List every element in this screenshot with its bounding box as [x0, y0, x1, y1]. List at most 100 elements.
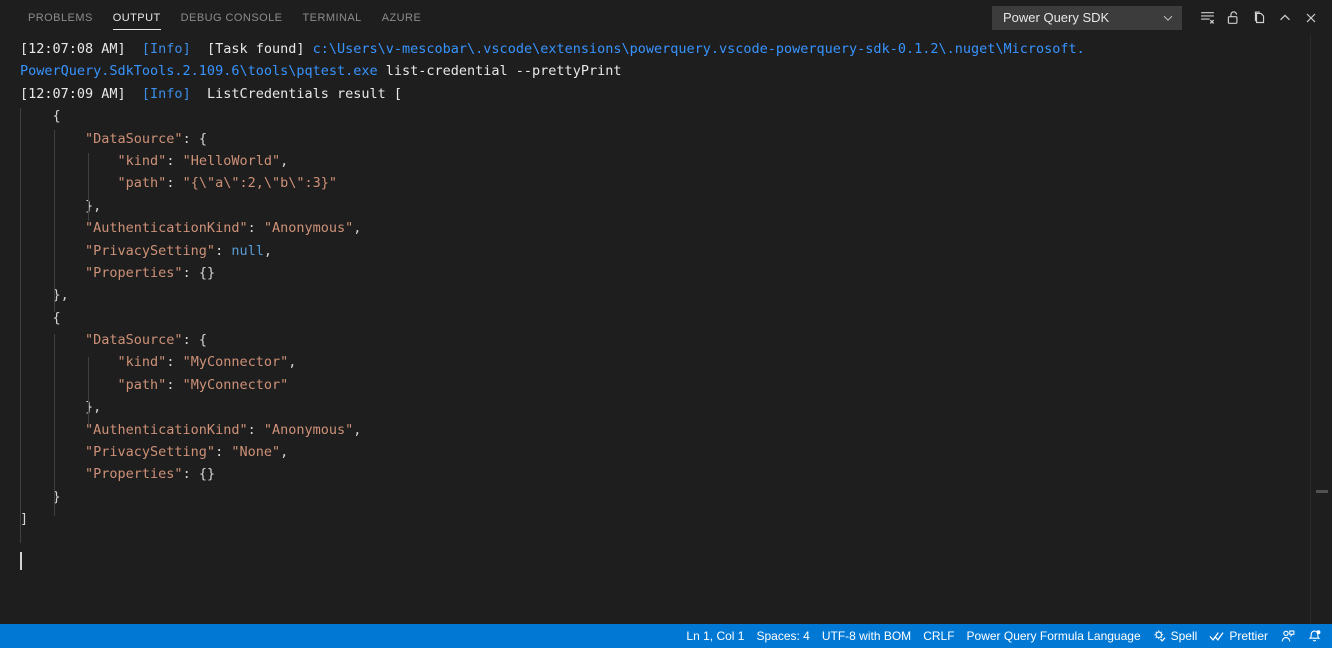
output-token: },	[20, 197, 102, 214]
output-line: "kind": "MyConnector",	[0, 351, 1332, 373]
status-encoding-label: UTF-8 with BOM	[821, 629, 912, 643]
status-bar: Ln 1, Col 1 Spaces: 4 UTF-8 with BOM CRLF Po…	[0, 624, 1332, 648]
output-line: }	[0, 486, 1332, 508]
output-token: "DataSource"	[20, 130, 183, 147]
output-line: "PrivacySetting": "None",	[0, 441, 1332, 463]
status-spell-checker[interactable]: Spell	[1147, 625, 1204, 647]
panel-tab-problems[interactable]: PROBLEMS	[18, 0, 103, 35]
output-token: list-credential --prettyPrint	[377, 63, 622, 80]
output-token: :	[215, 242, 232, 259]
clear-output-icon[interactable]	[1194, 6, 1220, 30]
output-line: "DataSource": {	[0, 329, 1332, 351]
output-token: [Info]	[133, 41, 191, 57]
output-line: "PrivacySetting": null,	[0, 240, 1332, 262]
feedback-person-icon	[1280, 629, 1295, 644]
output-token[interactable]: PowerQuery.SdkTools.2.109.6\tools\pqtest…	[20, 63, 378, 79]
status-eol[interactable]: CRLF	[917, 625, 960, 647]
output-token: {	[20, 309, 61, 326]
indent-guide	[53, 334, 55, 516]
output-channel-select[interactable]: Power Query SDK	[992, 5, 1182, 30]
output-token: "kind"	[20, 152, 167, 169]
output-line: "DataSource": {	[0, 128, 1332, 150]
open-in-editor-icon[interactable]	[1246, 6, 1272, 30]
output-token: "Properties"	[20, 466, 183, 483]
status-prettier[interactable]: Prettier	[1203, 625, 1274, 647]
output-token: "PrivacySetting"	[20, 242, 216, 259]
output-channel-value: Power Query SDK	[1003, 10, 1110, 25]
output-token: "{\"a\":2,\"b\":3}"	[182, 175, 338, 192]
spell-gear-icon	[1153, 629, 1167, 643]
output-token: :	[215, 444, 232, 461]
bell-icon	[1307, 629, 1322, 644]
output-token: ListCredentials result [	[190, 85, 403, 102]
panel-tab-terminal[interactable]: TERMINAL	[292, 0, 371, 35]
status-indentation[interactable]: Spaces: 4	[750, 625, 815, 647]
unlock-scroll-icon[interactable]	[1220, 6, 1246, 30]
indent-guide	[20, 108, 21, 543]
output-token: "PrivacySetting"	[20, 444, 216, 461]
output-line: "kind": "HelloWorld",	[0, 150, 1332, 172]
output-line: {	[0, 105, 1332, 127]
output-line: ]	[0, 508, 1332, 530]
output-line: "path": "{\"a\":2,\"b\":3}"	[0, 172, 1332, 194]
output-token: "HelloWorld"	[182, 152, 281, 169]
output-token: "Properties"	[20, 264, 183, 281]
output-token: [12:07:08 AM]	[20, 41, 134, 57]
status-language-mode[interactable]: Power Query Formula Language	[961, 625, 1147, 647]
output-line: "AuthenticationKind": "Anonymous",	[0, 217, 1332, 239]
indent-guide	[53, 130, 55, 312]
output-line: "Properties": {}	[0, 262, 1332, 284]
output-text: [12:07:08 AM] [Info] [Task found] c:\Use…	[0, 35, 1332, 553]
output-token: "path"	[20, 376, 167, 393]
output-token: : {}	[182, 466, 216, 483]
panel-header-actions: Power Query SDK	[992, 0, 1324, 35]
status-encoding[interactable]: UTF-8 with BOM	[816, 625, 917, 647]
output-token: [Task found]	[190, 41, 313, 57]
output-line: },	[0, 284, 1332, 306]
panel-tab-output[interactable]: OUTPUT	[103, 0, 171, 35]
panel-tab-azure[interactable]: AZURE	[372, 0, 432, 35]
output-token: "MyConnector"	[182, 354, 289, 371]
double-check-icon	[1209, 629, 1225, 643]
output-token: [Info]	[133, 85, 191, 102]
output-token: :	[247, 421, 264, 438]
output-line: [12:07:08 AM] [Info] [Task found] c:\Use…	[0, 38, 1332, 60]
status-bar-right: Ln 1, Col 1 Spaces: 4 UTF-8 with BOM CRLF Po…	[680, 624, 1332, 648]
indent-guide	[87, 153, 89, 221]
output-token: ,	[263, 242, 272, 259]
output-line: "AuthenticationKind": "Anonymous",	[0, 419, 1332, 441]
output-token: {	[20, 108, 61, 125]
output-token: "MyConnector"	[182, 376, 289, 393]
output-line: "Properties": {}	[0, 463, 1332, 485]
status-spell-checker-label: Spell	[1170, 629, 1198, 643]
status-notifications[interactable]	[1301, 625, 1328, 647]
indent-guide	[87, 357, 89, 425]
scrollbar-thumb[interactable]	[1316, 490, 1328, 493]
output-line: "path": "MyConnector"	[0, 374, 1332, 396]
output-line: PowerQuery.SdkTools.2.109.6\tools\pqtest…	[0, 60, 1332, 82]
output-token: },	[20, 399, 102, 416]
panel-tab-debug-console[interactable]: DEBUG CONSOLE	[171, 0, 293, 35]
output-token: "path"	[20, 175, 167, 192]
output-token: ,	[353, 220, 362, 237]
status-language-mode-label: Power Query Formula Language	[966, 629, 1141, 643]
chevron-up-icon[interactable]	[1272, 6, 1298, 30]
output-token: :	[247, 220, 264, 237]
output-line: {	[0, 307, 1332, 329]
output-token: :	[166, 152, 183, 169]
output-line: [12:07:09 AM] [Info] ListCredentials res…	[0, 83, 1332, 105]
output-token: :	[166, 175, 183, 192]
output-panel-content[interactable]: [12:07:08 AM] [Info] [Task found] c:\Use…	[0, 35, 1332, 624]
status-prettier-label: Prettier	[1229, 629, 1268, 643]
output-token: null	[231, 242, 264, 259]
status-feedback[interactable]	[1274, 625, 1301, 647]
chevron-down-icon	[1161, 11, 1175, 25]
status-cursor-position[interactable]: Ln 1, Col 1	[680, 625, 750, 647]
close-icon[interactable]	[1298, 6, 1324, 30]
output-token[interactable]: c:\Users\v-mescobar\.vscode\extensions\p…	[313, 41, 1085, 57]
output-token: : {	[182, 332, 207, 349]
vscode-panel-window: PROBLEMS OUTPUT DEBUG CONSOLE TERMINAL AZURE…	[0, 0, 1332, 648]
output-token: : {}	[182, 264, 216, 281]
output-token: "Anonymous"	[263, 421, 354, 438]
